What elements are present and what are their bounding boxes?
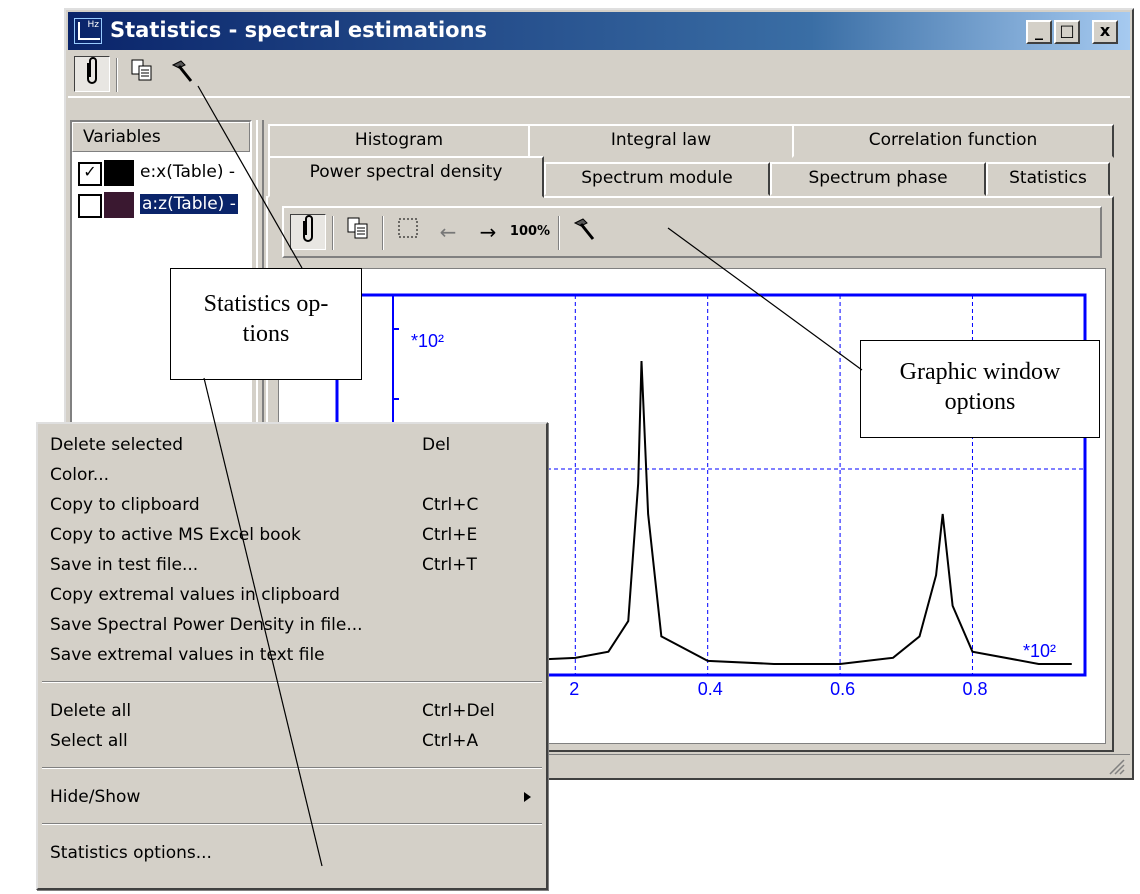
toolbar-separator (382, 216, 384, 250)
submenu-arrow-icon (524, 792, 531, 802)
tab-spectrum-phase[interactable]: Spectrum phase (770, 162, 986, 196)
callout-statistics-options: Statistics op- tions (170, 268, 362, 380)
x-tick-label: 0.6 (830, 679, 855, 699)
variable-label: e:x(Table) - (140, 162, 236, 182)
menu-item-label: Delete selected (50, 435, 184, 455)
variable-item[interactable]: a:z(Table) - (78, 190, 248, 220)
menu-item-shortcut: Ctrl+E (422, 525, 478, 545)
callout-graphic-window-options: Graphic window options (860, 340, 1100, 438)
tab-histogram[interactable]: Histogram (268, 124, 530, 158)
menu-item[interactable]: Save Spectral Power Density in file... (46, 610, 540, 640)
tab-correlation-function[interactable]: Correlation function (792, 124, 1114, 158)
callout-text: options (944, 389, 1016, 415)
menu-item-label: Delete all (50, 701, 132, 721)
tab-integral-law[interactable]: Integral law (528, 124, 794, 158)
menu-item-label: Save extremal values in text file (50, 645, 325, 665)
variable-checkbox[interactable] (78, 194, 102, 218)
menu-item[interactable]: Save extremal values in text file (46, 640, 540, 670)
maximize-button[interactable]: □ (1054, 20, 1080, 44)
menu-item[interactable]: Copy to active MS Excel book Ctrl+E (46, 520, 540, 550)
menu-item-shortcut: Del (422, 435, 451, 455)
menu-item[interactable]: Color... (46, 460, 540, 490)
menu-item-shortcut: Ctrl+C (422, 495, 479, 515)
menu-item-label: Statistics options... (50, 843, 212, 863)
toolbar-separator (332, 216, 334, 250)
menu-item[interactable]: Save in test file... Ctrl+T (46, 550, 540, 580)
x-tick-label: 2 (569, 679, 579, 699)
close-button[interactable]: x (1092, 20, 1118, 44)
hammer-icon[interactable] (164, 56, 200, 92)
variables-header[interactable]: Variables (72, 122, 250, 152)
menu-separator (42, 823, 542, 825)
callout-text: Graphic window (899, 359, 1061, 385)
menu-item-label: Color... (50, 465, 110, 485)
context-menu: Delete selected Del Color... Copy to clipbo… (36, 422, 548, 890)
resize-grip-icon[interactable] (1106, 756, 1126, 776)
toolbar-separator (558, 216, 560, 250)
menu-item-shortcut: Ctrl+Del (422, 701, 495, 721)
zoom-100-icon[interactable]: 100% (508, 214, 552, 250)
arrow-left-icon[interactable]: ← (430, 214, 466, 250)
menu-separator (42, 681, 542, 683)
menu-item-label: Save Spectral Power Density in file... (50, 615, 363, 635)
copy-icon[interactable] (124, 56, 160, 92)
variable-checkbox[interactable]: ✓ (78, 162, 102, 186)
x-tick-label: 0.4 (698, 679, 723, 699)
menu-item[interactable]: Hide/Show (46, 782, 540, 812)
menu-item-label: Hide/Show (50, 787, 141, 807)
clip-icon[interactable] (74, 56, 110, 92)
variable-color-swatch (104, 192, 134, 218)
menu-separator (42, 767, 542, 769)
menu-item[interactable]: Copy to clipboard Ctrl+C (46, 490, 540, 520)
clip-icon[interactable] (290, 214, 326, 250)
menu-item-label: Copy to clipboard (50, 495, 200, 515)
copy-icon[interactable] (340, 214, 376, 250)
menu-item-label: Copy extremal values in clipboard (50, 585, 340, 605)
main-toolbar (68, 52, 1130, 98)
menu-item-shortcut: Ctrl+A (422, 731, 479, 751)
window-title: Statistics - spectral estimations (110, 18, 488, 42)
x-tick-label: 0.8 (962, 679, 987, 699)
selection-rect-icon[interactable] (390, 214, 426, 250)
variable-label: a:z(Table) - (139, 193, 239, 215)
menu-item[interactable]: Select all Ctrl+A (46, 726, 540, 756)
menu-item-label: Copy to active MS Excel book (50, 525, 301, 545)
toolbar-separator (116, 58, 118, 92)
callout-text: Statistics op- (203, 291, 329, 317)
hammer-icon[interactable] (566, 214, 602, 250)
variable-color-swatch (104, 160, 134, 186)
title-bar[interactable]: Hz Statistics - spectral estimations _ □… (68, 12, 1130, 50)
menu-item[interactable]: Delete selected Del (46, 430, 540, 460)
graph-toolbar: ← → 100% (282, 206, 1102, 258)
callout-text: tions (242, 321, 290, 347)
app-hz-icon: Hz (74, 18, 102, 44)
menu-item[interactable]: Copy extremal values in clipboard (46, 580, 540, 610)
menu-item-shortcut: Ctrl+T (422, 555, 477, 575)
y-multiplier-label: *10² (411, 331, 444, 351)
menu-item[interactable]: Delete all Ctrl+Del (46, 696, 540, 726)
tab-power-spectral-density[interactable]: Power spectral density (268, 156, 544, 198)
tab-statistics[interactable]: Statistics (986, 162, 1110, 196)
x-multiplier-label: *10² (1023, 641, 1056, 661)
menu-item-label: Save in test file... (50, 555, 199, 575)
menu-item[interactable]: Statistics options... (46, 838, 540, 868)
tab-spectrum-module[interactable]: Spectrum module (544, 162, 770, 196)
minimize-button[interactable]: _ (1026, 20, 1052, 44)
variable-item[interactable]: ✓ e:x(Table) - (78, 158, 248, 188)
arrow-right-icon[interactable]: → (470, 214, 506, 250)
menu-item-label: Select all (50, 731, 128, 751)
